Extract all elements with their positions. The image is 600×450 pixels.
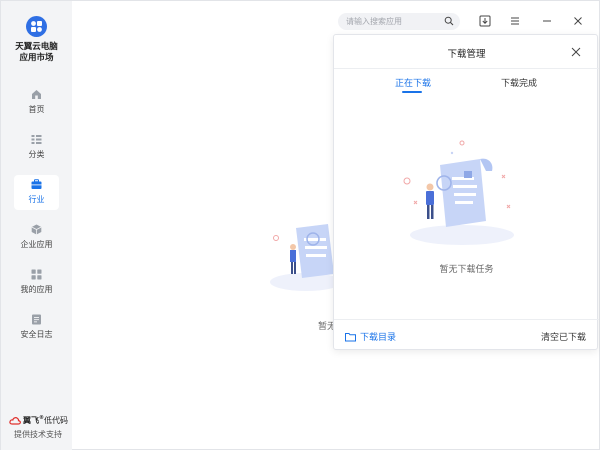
tab-downloading[interactable]: 正在下载 xyxy=(395,76,431,89)
app-logo xyxy=(26,16,47,37)
cube-icon xyxy=(31,224,42,235)
download-directory-link[interactable]: 下载目录 xyxy=(345,330,396,343)
clear-downloaded-button[interactable]: 清空已下载 xyxy=(541,330,586,343)
minimize-button[interactable] xyxy=(539,13,555,29)
active-tab-indicator xyxy=(402,91,422,93)
sidebar-item-label: 安全日志 xyxy=(20,330,53,339)
empty-downloads-text: 暂无下载任务 xyxy=(439,265,494,275)
sidebar-item-label: 行业 xyxy=(28,195,45,204)
home-icon xyxy=(32,90,41,99)
sidebar-item-my-apps[interactable]: 我的应用 xyxy=(14,265,59,300)
menu-button[interactable] xyxy=(507,13,523,29)
close-icon xyxy=(571,47,581,57)
panel-title: 下载管理 xyxy=(447,49,486,60)
category-list-icon xyxy=(31,135,42,144)
sidebar-item-industry[interactable]: 行业 xyxy=(14,175,59,210)
sidebar: 天翼云电脑 应用市场 首页 分类 行业 企业应用 我的应用 安全日志 翼飞 ® … xyxy=(1,1,72,450)
briefcase-icon xyxy=(31,179,42,189)
tab-downloaded[interactable]: 下载完成 xyxy=(501,76,537,89)
sidebar-item-label: 分类 xyxy=(28,150,45,159)
close-icon xyxy=(574,17,582,25)
sidebar-item-security-log[interactable]: 安全日志 xyxy=(14,310,59,345)
divider xyxy=(334,319,599,320)
sidebar-item-home[interactable]: 首页 xyxy=(14,85,59,120)
search-input[interactable] xyxy=(346,13,442,30)
search-icon[interactable] xyxy=(444,16,454,26)
hamburger-menu-icon xyxy=(511,17,519,25)
close-window-button[interactable] xyxy=(570,13,586,29)
cloud-logo-icon xyxy=(9,417,21,425)
brand-mark: 翼飞 ® 低代码 xyxy=(9,415,68,426)
brand-name: 翼飞 xyxy=(23,416,39,425)
panel-close-button[interactable] xyxy=(570,46,582,58)
sidebar-item-label: 企业应用 xyxy=(20,240,53,249)
download-directory-label: 下载目录 xyxy=(360,333,397,343)
app-window: 天翼云电脑 应用市场 首页 分类 行业 企业应用 我的应用 安全日志 翼飞 ® … xyxy=(0,0,600,450)
download-icon xyxy=(479,15,491,27)
sidebar-item-label: 首页 xyxy=(28,105,45,114)
document-icon xyxy=(32,314,41,325)
grid-icon xyxy=(31,269,42,280)
app-name-line2: 应用市场 xyxy=(19,53,54,63)
folder-icon xyxy=(345,332,356,341)
sidebar-item-category[interactable]: 分类 xyxy=(14,130,59,165)
search-box xyxy=(338,13,460,30)
brand-subtitle: 提供技术支持 xyxy=(14,430,62,439)
minimize-icon xyxy=(543,20,551,22)
download-manager-button[interactable] xyxy=(477,13,493,29)
empty-downloads-illustration xyxy=(403,140,514,245)
logo-icon xyxy=(31,21,42,32)
brand-lowcode: 低代码 xyxy=(44,416,68,425)
download-manager-panel: 下载管理 正在下载 下载完成 暂无下载任务 下载目录 清空已下载 xyxy=(333,34,599,350)
sidebar-item-enterprise-apps[interactable]: 企业应用 xyxy=(14,220,59,255)
app-name-line1: 天翼云电脑 xyxy=(15,42,58,52)
sidebar-item-label: 我的应用 xyxy=(20,285,53,294)
divider xyxy=(334,68,599,69)
